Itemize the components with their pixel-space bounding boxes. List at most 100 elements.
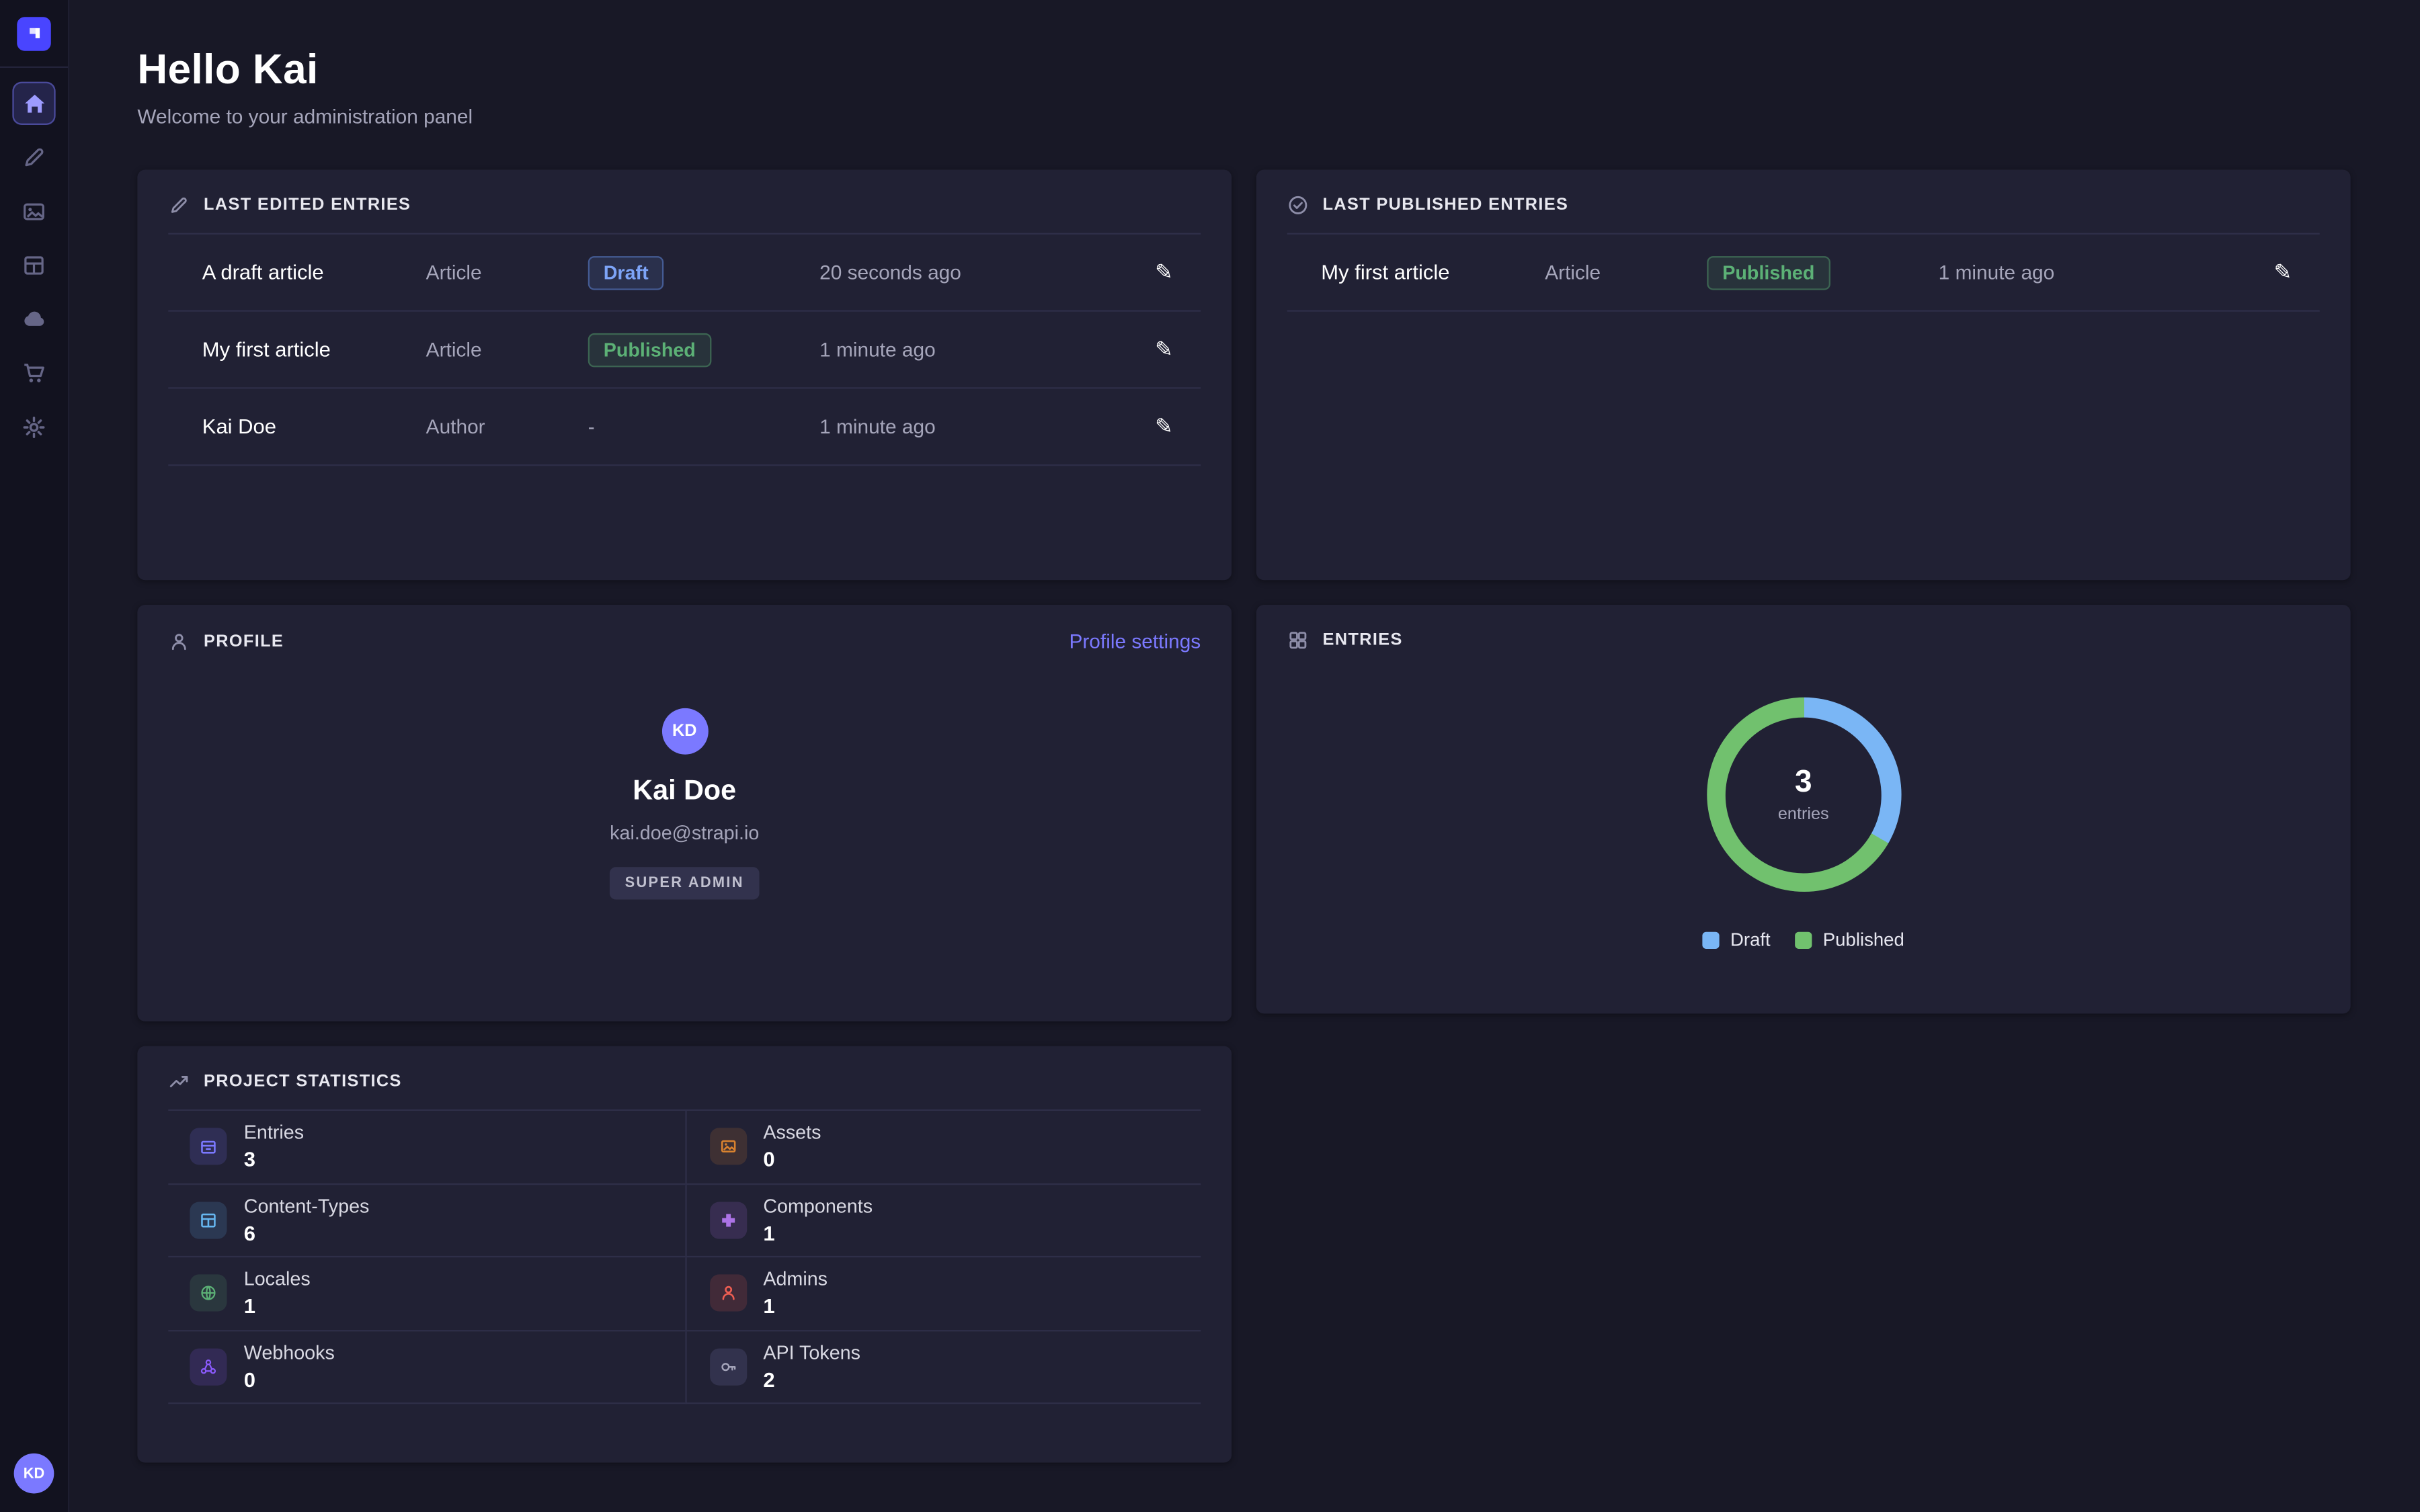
table-row: My first article Article Published 1 min… <box>1287 235 2320 312</box>
edit-entry-button[interactable]: ✎ <box>2273 259 2292 286</box>
profile-settings-link[interactable]: Profile settings <box>1069 630 1201 653</box>
profile-avatar: KD <box>661 708 708 755</box>
profile-name: Kai Doe <box>633 775 736 807</box>
stat-label: Locales <box>244 1269 311 1290</box>
page-subtitle: Welcome to your administration panel <box>137 105 2350 128</box>
stat-components: Components 1 <box>684 1184 1201 1257</box>
sidebar-item-settings[interactable] <box>12 406 55 449</box>
entry-type: Article <box>426 261 588 284</box>
stat-label: Content-Types <box>244 1195 370 1217</box>
check-circle-icon <box>1287 194 1309 216</box>
strapi-logo-icon[interactable] <box>17 16 51 50</box>
edit-entry-button[interactable]: ✎ <box>1155 337 1173 363</box>
entries-box-icon <box>190 1128 227 1165</box>
user-avatar[interactable]: KD <box>14 1454 54 1494</box>
entries-donut: 3 entries <box>1706 698 1900 892</box>
stat-admins: Admins 1 <box>684 1257 1201 1331</box>
last-published-entries-card: LAST PUBLISHED ENTRIES My first article … <box>1256 170 2351 581</box>
app-window: KD Hello Kai Welcome to your administrat… <box>0 0 2420 1512</box>
admins-person-icon <box>709 1275 746 1312</box>
entries-card: ENTRIES 3 entries Draft <box>1256 605 2351 1013</box>
entry-time: 1 minute ago <box>1939 261 2230 284</box>
entry-time: 1 minute ago <box>819 415 1111 438</box>
sidebar-item-media-library[interactable] <box>12 190 55 233</box>
published-swatch <box>1795 931 1812 948</box>
home-icon <box>21 90 47 116</box>
donut-legend: Draft Published <box>1703 929 1904 950</box>
stat-value: 2 <box>763 1368 860 1391</box>
stat-value: 0 <box>244 1368 335 1391</box>
stats-grid: Entries 3 Assets 0 <box>168 1109 1201 1404</box>
sidebar-item-content-manager[interactable] <box>12 136 55 179</box>
legend-label: Draft <box>1730 929 1771 950</box>
stat-content-types: Content-Types 6 <box>168 1184 684 1257</box>
card-title: LAST PUBLISHED ENTRIES <box>1323 196 1569 215</box>
main-content: Hello Kai Welcome to your administration… <box>69 0 2420 1512</box>
cloud-icon <box>22 307 46 332</box>
sidebar-item-marketplace[interactable] <box>12 351 55 394</box>
edit-icon: ✎ <box>2273 259 2292 286</box>
logo-area <box>0 0 68 68</box>
sidebar-nav <box>12 82 55 449</box>
entry-type: Article <box>1545 261 1707 284</box>
stat-value: 1 <box>763 1222 873 1245</box>
stat-label: Admins <box>763 1269 828 1290</box>
edit-icon: ✎ <box>1155 413 1173 439</box>
entry-title: My first article <box>1321 261 1545 284</box>
last-published-table: My first article Article Published 1 min… <box>1287 233 2320 312</box>
trend-icon <box>168 1070 190 1092</box>
legend-item-draft: Draft <box>1703 929 1771 950</box>
stat-value: 1 <box>763 1295 828 1318</box>
stat-assets: Assets 0 <box>684 1111 1201 1184</box>
project-statistics-card: PROJECT STATISTICS Entries 3 <box>137 1046 1232 1463</box>
entry-time: 1 minute ago <box>819 338 1111 361</box>
person-icon <box>168 630 190 652</box>
profile-email: kai.doe@strapi.io <box>610 823 759 844</box>
pencil-icon <box>168 194 190 216</box>
stat-api-tokens: API Tokens 2 <box>684 1331 1201 1404</box>
draft-swatch <box>1703 931 1720 948</box>
last-edited-entries-card: LAST EDITED ENTRIES A draft article Arti… <box>137 170 1232 581</box>
card-title: ENTRIES <box>1323 631 1403 650</box>
collection-icon <box>1287 630 1309 651</box>
stat-value: 6 <box>244 1222 370 1245</box>
cart-icon <box>22 361 46 386</box>
stat-value: 0 <box>763 1148 821 1171</box>
profile-card: PROFILE Profile settings KD Kai Doe kai.… <box>137 605 1232 1021</box>
entry-type: Article <box>426 338 588 361</box>
status-empty: - <box>588 414 595 437</box>
status-badge: Published <box>588 333 711 367</box>
sidebar-item-home[interactable] <box>12 82 55 125</box>
edit-icon: ✎ <box>1155 337 1173 363</box>
stat-webhooks: Webhooks 0 <box>168 1331 684 1404</box>
table-row: Kai Doe Author - 1 minute ago ✎ <box>168 389 1201 466</box>
entry-type: Author <box>426 415 588 438</box>
entry-time: 20 seconds ago <box>819 261 1111 284</box>
table-row: My first article Article Published 1 min… <box>168 312 1201 389</box>
entry-title: Kai Doe <box>202 415 426 438</box>
api-tokens-key-icon <box>709 1348 746 1385</box>
content-types-layout-icon <box>190 1202 227 1238</box>
sidebar-item-content-type-builder[interactable] <box>12 244 55 287</box>
stat-locales: Locales 1 <box>168 1257 684 1331</box>
edit-entry-button[interactable]: ✎ <box>1155 413 1173 439</box>
edit-entry-button[interactable]: ✎ <box>1155 259 1173 286</box>
card-title: PROJECT STATISTICS <box>204 1073 402 1091</box>
assets-image-icon <box>709 1128 746 1165</box>
stat-label: Assets <box>763 1122 821 1144</box>
sidebar: KD <box>0 0 69 1512</box>
content-type-builder-icon <box>22 253 46 278</box>
sidebar-item-deploy[interactable] <box>12 298 55 341</box>
last-edited-table: A draft article Article Draft 20 seconds… <box>168 233 1201 466</box>
media-library-icon <box>22 199 46 224</box>
table-row: A draft article Article Draft 20 seconds… <box>168 235 1201 312</box>
stat-value: 1 <box>244 1295 311 1318</box>
entry-title: My first article <box>202 338 426 361</box>
entries-count: 3 <box>1795 765 1812 801</box>
entry-title: A draft article <box>202 261 426 284</box>
gear-icon <box>22 415 46 440</box>
card-title: LAST EDITED ENTRIES <box>204 196 411 215</box>
stat-label: Entries <box>244 1122 304 1144</box>
edit-icon: ✎ <box>1155 259 1173 286</box>
locales-globe-icon <box>190 1275 227 1312</box>
